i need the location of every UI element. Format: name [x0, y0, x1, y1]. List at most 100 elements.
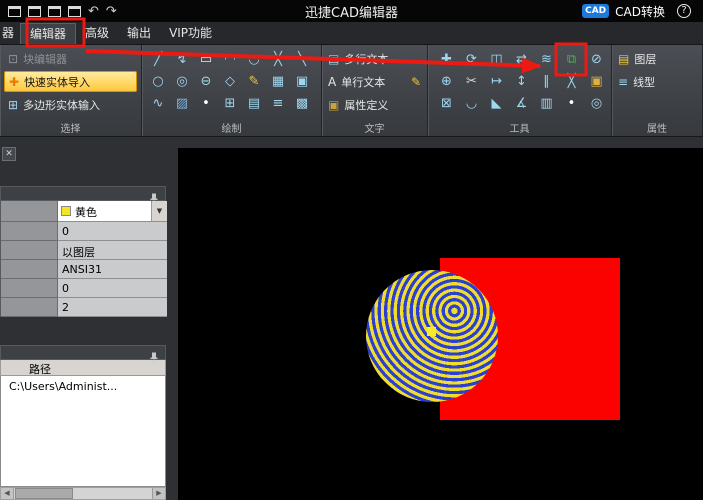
break-icon[interactable]: ╳	[559, 70, 584, 92]
layers-button[interactable]: ▤ 图层	[616, 48, 698, 69]
scrollbar-thumb[interactable]	[15, 488, 73, 499]
path-column-header[interactable]: 路径	[0, 360, 166, 376]
raster-image-icon[interactable]: ▤	[242, 92, 266, 114]
copy-icon[interactable]: ⊕	[434, 70, 459, 92]
singleline-text-button[interactable]: A 单行文本 ✎	[326, 71, 423, 92]
draw-icon-grid: ╱ ↯ ▭ ◠ ◡ ╳ ╲ ○ ◎ ⊖ ◇ ✎	[146, 48, 317, 114]
trim-icon[interactable]: ✂	[459, 70, 484, 92]
redo-icon[interactable]: ↷	[106, 5, 117, 18]
settings-icon[interactable]: ◎	[584, 92, 609, 114]
align-icon[interactable]: ⇄	[509, 48, 534, 70]
ray-icon[interactable]: ╲	[290, 48, 314, 70]
extend-icon[interactable]: ↦	[484, 70, 509, 92]
mirror-icon[interactable]: ◫	[484, 48, 509, 70]
circle-icon[interactable]: ○	[146, 70, 170, 92]
spline-icon[interactable]: ∿	[146, 92, 170, 114]
insert-block-icon[interactable]: ⧉	[559, 48, 584, 70]
fillet-icon[interactable]: ◡	[459, 92, 484, 114]
property-label-cell	[1, 298, 58, 317]
save-file-icon[interactable]	[48, 6, 61, 17]
rectangle-icon[interactable]: ▭	[194, 48, 218, 70]
chevron-down-icon[interactable]: ▼	[151, 201, 167, 221]
scale-icon[interactable]: ↕	[509, 70, 534, 92]
line-icon[interactable]: ╱	[146, 48, 170, 70]
chamfer-icon[interactable]: ◣	[484, 92, 509, 114]
quick-entity-import-button[interactable]: ✚ 快速实体导入	[4, 71, 137, 92]
path-panel-titlebar[interactable]	[0, 345, 166, 360]
hatched-circle-entity[interactable]	[366, 270, 498, 402]
singleline-text-icon: A	[328, 75, 336, 89]
property-value[interactable]: 2	[58, 298, 167, 317]
pin-icon[interactable]	[149, 348, 159, 367]
drawing-canvas[interactable]	[178, 148, 703, 500]
arc-variant-icon[interactable]: ◡	[242, 48, 266, 70]
open-file-icon[interactable]	[28, 6, 41, 17]
layers-icon: ▤	[618, 52, 629, 66]
ellipse-icon[interactable]: ⊖	[194, 70, 218, 92]
purge-icon[interactable]: ⊘	[584, 48, 609, 70]
match-properties-icon[interactable]: ▥	[534, 92, 559, 114]
block-editor-button[interactable]: ⊡ 块编辑器	[4, 48, 137, 69]
quick-import-icon: ✚	[9, 75, 19, 89]
tab-viewer[interactable]: 器	[0, 23, 20, 44]
help-button[interactable]: ?	[677, 4, 691, 18]
move-icon[interactable]: ✚	[434, 48, 459, 70]
donut-icon[interactable]: ◎	[170, 70, 194, 92]
properties-panel-titlebar[interactable]	[0, 186, 166, 201]
tab-vip[interactable]: VIP功能	[160, 23, 221, 44]
quick-access-toolbar: ↶ ↷	[0, 5, 117, 18]
path-list-item[interactable]: C:\Users\Administ...	[1, 376, 165, 393]
cad-convert-button[interactable]: CAD转换	[615, 3, 665, 20]
edit-text-icon[interactable]: ✎	[411, 75, 421, 89]
point-style-icon[interactable]: •	[559, 92, 584, 114]
attribute-definition-label: 属性定义	[344, 97, 388, 113]
menubar: 器 编辑器 高级 输出 VIP功能	[0, 22, 703, 45]
polyline-icon[interactable]: ↯	[170, 48, 194, 70]
hatch-icon[interactable]: ▨	[170, 92, 194, 114]
point-icon[interactable]: •	[194, 92, 218, 114]
table-icon[interactable]: ▦	[266, 70, 290, 92]
save-as-icon[interactable]	[68, 6, 81, 17]
property-value[interactable]: 0	[58, 279, 167, 298]
multiline-text-icon: ▤	[328, 52, 339, 66]
property-value[interactable]: 以图层	[58, 241, 167, 260]
tab-advanced[interactable]: 高级	[76, 23, 118, 44]
tab-editor[interactable]: 编辑器	[20, 23, 76, 44]
sketch-icon[interactable]: ✎	[242, 70, 266, 92]
ribbon-group-text: ▤ 多行文本 A 单行文本 ✎ ▣ 属性定义 文字	[322, 45, 428, 136]
group-label-draw: 绘制	[142, 120, 321, 135]
polygon-import-label: 多边形实体输入	[23, 97, 100, 113]
block-icon[interactable]: ⊞	[218, 92, 242, 114]
wipeout-icon[interactable]: ▩	[290, 92, 314, 114]
multiline-text-button[interactable]: ▤ 多行文本	[326, 48, 423, 69]
polygon-entity-input-button[interactable]: ⊞ 多边形实体输入	[4, 94, 137, 115]
scroll-right-icon[interactable]: ▶	[152, 488, 165, 499]
scroll-left-icon[interactable]: ◀	[1, 488, 14, 499]
attribute-definition-button[interactable]: ▣ 属性定义	[326, 94, 423, 115]
measure-icon[interactable]: ∡	[509, 92, 534, 114]
property-value[interactable]: ANSI31	[58, 260, 167, 279]
selection-grip-marker[interactable]	[427, 327, 436, 336]
group-label-tools: 工具	[428, 120, 611, 135]
tab-output[interactable]: 输出	[118, 23, 160, 44]
new-file-icon[interactable]	[8, 6, 21, 17]
erase-icon[interactable]: ⊠	[434, 92, 459, 114]
polygon-icon[interactable]: ◇	[218, 70, 242, 92]
color-dropdown[interactable]: 黄色 ▼	[58, 201, 167, 222]
region-icon[interactable]: ▣	[290, 70, 314, 92]
construction-line-icon[interactable]: ╳	[266, 48, 290, 70]
horizontal-scrollbar[interactable]: ◀ ▶	[0, 487, 166, 500]
linetype-button[interactable]: ≡ 线型	[616, 71, 698, 92]
main-area: ✕ 黄色 ▼ 0 以图层 ANSI31 0 2	[0, 137, 703, 500]
join-icon[interactable]: ∥	[534, 70, 559, 92]
multiline-icon[interactable]: ≡	[266, 92, 290, 114]
undo-icon[interactable]: ↶	[88, 5, 99, 18]
offset-icon[interactable]: ≋	[534, 48, 559, 70]
rotate-icon[interactable]: ⟳	[459, 48, 484, 70]
arc-icon[interactable]: ◠	[218, 48, 242, 70]
ribbon-group-properties: ▤ 图层 ≡ 线型 属性	[612, 45, 703, 136]
panel-close-button[interactable]: ✕	[2, 147, 16, 161]
tools-icon-grid: ✚ ⟳ ◫ ⇄ ≋ ⧉ ⊘ ⊕ ✂ ↦ ↕ ∥	[432, 48, 607, 114]
property-value[interactable]: 0	[58, 222, 167, 241]
group-icon[interactable]: ▣	[584, 70, 609, 92]
